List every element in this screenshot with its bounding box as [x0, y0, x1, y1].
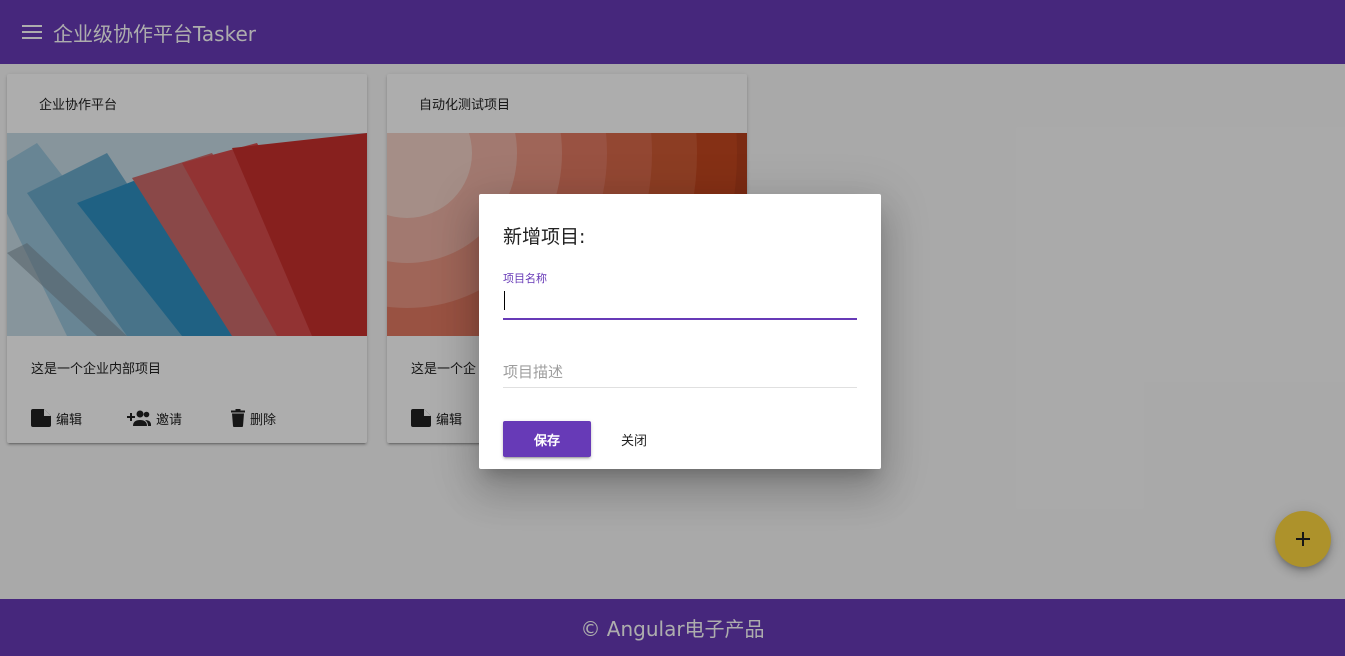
new-project-dialog: 新增项目: 项目名称 保存 关闭: [479, 194, 881, 469]
project-name-input[interactable]: [503, 288, 857, 314]
project-name-label: 项目名称: [503, 272, 547, 285]
project-desc-field: [503, 352, 857, 388]
project-desc-input[interactable]: [503, 360, 857, 384]
project-name-field: 项目名称: [503, 270, 857, 320]
text-caret: [504, 291, 505, 310]
project-desc-underline: [503, 387, 857, 388]
close-button[interactable]: 关闭: [599, 421, 669, 457]
project-name-underline: [503, 318, 857, 320]
save-button[interactable]: 保存: [503, 421, 591, 457]
dialog-title: 新增项目:: [503, 226, 586, 248]
